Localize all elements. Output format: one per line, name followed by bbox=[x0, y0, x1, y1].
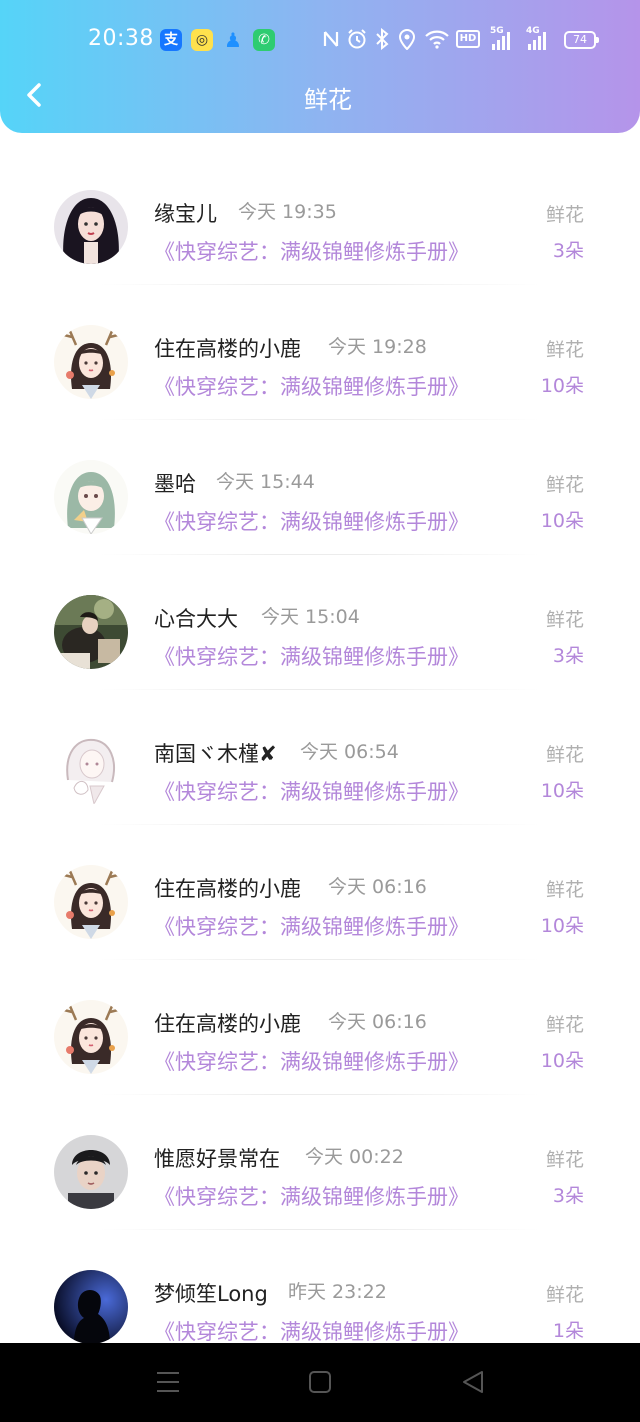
book-title[interactable]: 《快穿综艺：满级锦鲤修炼手册》 bbox=[154, 236, 469, 266]
flower-label: 鲜花 bbox=[545, 1149, 584, 1171]
user-name[interactable]: 惟愿好景常在 bbox=[154, 1143, 280, 1173]
location-icon bbox=[398, 29, 416, 50]
user-name[interactable]: 心合大大 bbox=[154, 603, 238, 633]
flower-count: 10朵 bbox=[540, 780, 584, 802]
book-title[interactable]: 《快穿综艺：满级锦鲤修炼手册》 bbox=[154, 641, 469, 671]
avatar[interactable] bbox=[54, 325, 128, 399]
flower-count: 10朵 bbox=[540, 1050, 584, 1072]
flower-count: 10朵 bbox=[540, 510, 584, 532]
book-title[interactable]: 《快穿综艺：满级锦鲤修炼手册》 bbox=[154, 1181, 469, 1211]
avatar[interactable] bbox=[54, 595, 128, 669]
back-nav-icon[interactable] bbox=[460, 1369, 486, 1395]
timestamp: 今天 00:22 bbox=[305, 1146, 404, 1168]
timestamp: 今天 06:54 bbox=[300, 741, 399, 763]
qq-icon: ♟ bbox=[224, 28, 242, 52]
timestamp: 今天 15:04 bbox=[261, 606, 360, 628]
book-title[interactable]: 《快穿综艺：满级锦鲤修炼手册》 bbox=[154, 506, 469, 536]
avatar[interactable] bbox=[54, 190, 128, 264]
user-name[interactable]: 缘宝儿 bbox=[154, 198, 217, 228]
list-item[interactable]: 住在高楼的小鹿 今天 06:16 《快穿综艺：满级锦鲤修炼手册》 鲜花 10朵 bbox=[0, 825, 640, 960]
user-name[interactable]: 南国ヾ木槿✘ bbox=[154, 738, 277, 768]
flower-label: 鲜花 bbox=[545, 744, 584, 766]
user-name[interactable]: 住在高楼的小鹿 bbox=[154, 1008, 301, 1038]
flower-label: 鲜花 bbox=[545, 1014, 584, 1036]
status-time: 20:38 bbox=[88, 26, 154, 51]
nfc-icon bbox=[323, 31, 339, 47]
flower-label: 鲜花 bbox=[545, 609, 584, 631]
book-title[interactable]: 《快穿综艺：满级锦鲤修炼手册》 bbox=[154, 776, 469, 806]
list-item[interactable]: 缘宝儿 今天 19:35 《快穿综艺：满级锦鲤修炼手册》 鲜花 3朵 bbox=[0, 150, 640, 285]
chat-app-icon: ◎ bbox=[191, 29, 213, 51]
list-item[interactable]: 墨哈 今天 15:44 《快穿综艺：满级锦鲤修炼手册》 鲜花 10朵 bbox=[0, 420, 640, 555]
list-item[interactable]: 住在高楼的小鹿 今天 19:28 《快穿综艺：满级锦鲤修炼手册》 鲜花 10朵 bbox=[0, 285, 640, 420]
flower-label: 鲜花 bbox=[545, 339, 584, 361]
wifi-icon bbox=[425, 30, 449, 49]
avatar[interactable] bbox=[54, 865, 128, 939]
user-name[interactable]: 住在高楼的小鹿 bbox=[154, 333, 301, 363]
timestamp: 今天 06:16 bbox=[328, 876, 427, 898]
timestamp: 昨天 23:22 bbox=[288, 1281, 387, 1303]
alarm-icon bbox=[348, 29, 366, 49]
flower-count: 3朵 bbox=[552, 1185, 584, 1207]
flower-count: 3朵 bbox=[552, 645, 584, 667]
menu-nav-icon[interactable] bbox=[155, 1369, 181, 1395]
alipay-icon: 支 bbox=[160, 29, 182, 51]
page-title: 鲜花 bbox=[304, 86, 352, 114]
list-item[interactable]: 南国ヾ木槿✘ 今天 06:54 《快穿综艺：满级锦鲤修炼手册》 鲜花 10朵 bbox=[0, 690, 640, 825]
list-item[interactable]: 住在高楼的小鹿 今天 06:16 《快穿综艺：满级锦鲤修炼手册》 鲜花 10朵 bbox=[0, 960, 640, 1095]
user-name[interactable]: 梦倾笙Long bbox=[154, 1278, 268, 1308]
signal-4g-icon: 4G bbox=[526, 26, 550, 52]
list-item[interactable]: 心合大大 今天 15:04 《快穿综艺：满级锦鲤修炼手册》 鲜花 3朵 bbox=[0, 555, 640, 690]
battery-icon: 74 bbox=[564, 31, 599, 49]
book-title[interactable]: 《快穿综艺：满级锦鲤修炼手册》 bbox=[154, 371, 469, 401]
flower-count: 10朵 bbox=[540, 915, 584, 937]
avatar[interactable] bbox=[54, 1135, 128, 1209]
flower-label: 鲜花 bbox=[545, 474, 584, 496]
book-title[interactable]: 《快穿综艺：满级锦鲤修炼手册》 bbox=[154, 911, 469, 941]
timestamp: 今天 15:44 bbox=[216, 471, 315, 493]
signal-5g-icon: 5G bbox=[490, 26, 514, 52]
status-bar: 20:38 支 ◎ ♟ ✆ HD 5G 4G 74 bbox=[0, 22, 640, 60]
system-icons: HD 5G 4G bbox=[322, 26, 602, 54]
avatar[interactable] bbox=[54, 1000, 128, 1074]
timestamp: 今天 19:28 bbox=[328, 336, 427, 358]
phone-app-icon: ✆ bbox=[253, 29, 275, 51]
flower-label: 鲜花 bbox=[545, 204, 584, 226]
timestamp: 今天 19:35 bbox=[238, 201, 337, 223]
book-title[interactable]: 《快穿综艺：满级锦鲤修炼手册》 bbox=[154, 1046, 469, 1076]
flower-label: 鲜花 bbox=[545, 879, 584, 901]
flower-count: 3朵 bbox=[552, 240, 584, 262]
flower-count: 10朵 bbox=[540, 375, 584, 397]
header: 20:38 支 ◎ ♟ ✆ HD 5G 4G 74 鲜花 bbox=[0, 0, 640, 133]
user-name[interactable]: 住在高楼的小鹿 bbox=[154, 873, 301, 903]
flower-count: 1朵 bbox=[552, 1320, 584, 1342]
avatar[interactable] bbox=[54, 730, 128, 804]
home-nav-icon[interactable] bbox=[308, 1369, 332, 1395]
flower-label: 鲜花 bbox=[545, 1284, 584, 1306]
book-title[interactable]: 《快穿综艺：满级锦鲤修炼手册》 bbox=[154, 1316, 469, 1346]
avatar[interactable] bbox=[54, 460, 128, 534]
timestamp: 今天 06:16 bbox=[328, 1011, 427, 1033]
system-nav-bar bbox=[0, 1343, 640, 1422]
list-item[interactable]: 惟愿好景常在 今天 00:22 《快穿综艺：满级锦鲤修炼手册》 鲜花 3朵 bbox=[0, 1095, 640, 1230]
avatar[interactable] bbox=[54, 1270, 128, 1344]
hd-icon: HD bbox=[456, 30, 480, 48]
user-name[interactable]: 墨哈 bbox=[154, 468, 196, 498]
bluetooth-icon bbox=[376, 28, 389, 50]
